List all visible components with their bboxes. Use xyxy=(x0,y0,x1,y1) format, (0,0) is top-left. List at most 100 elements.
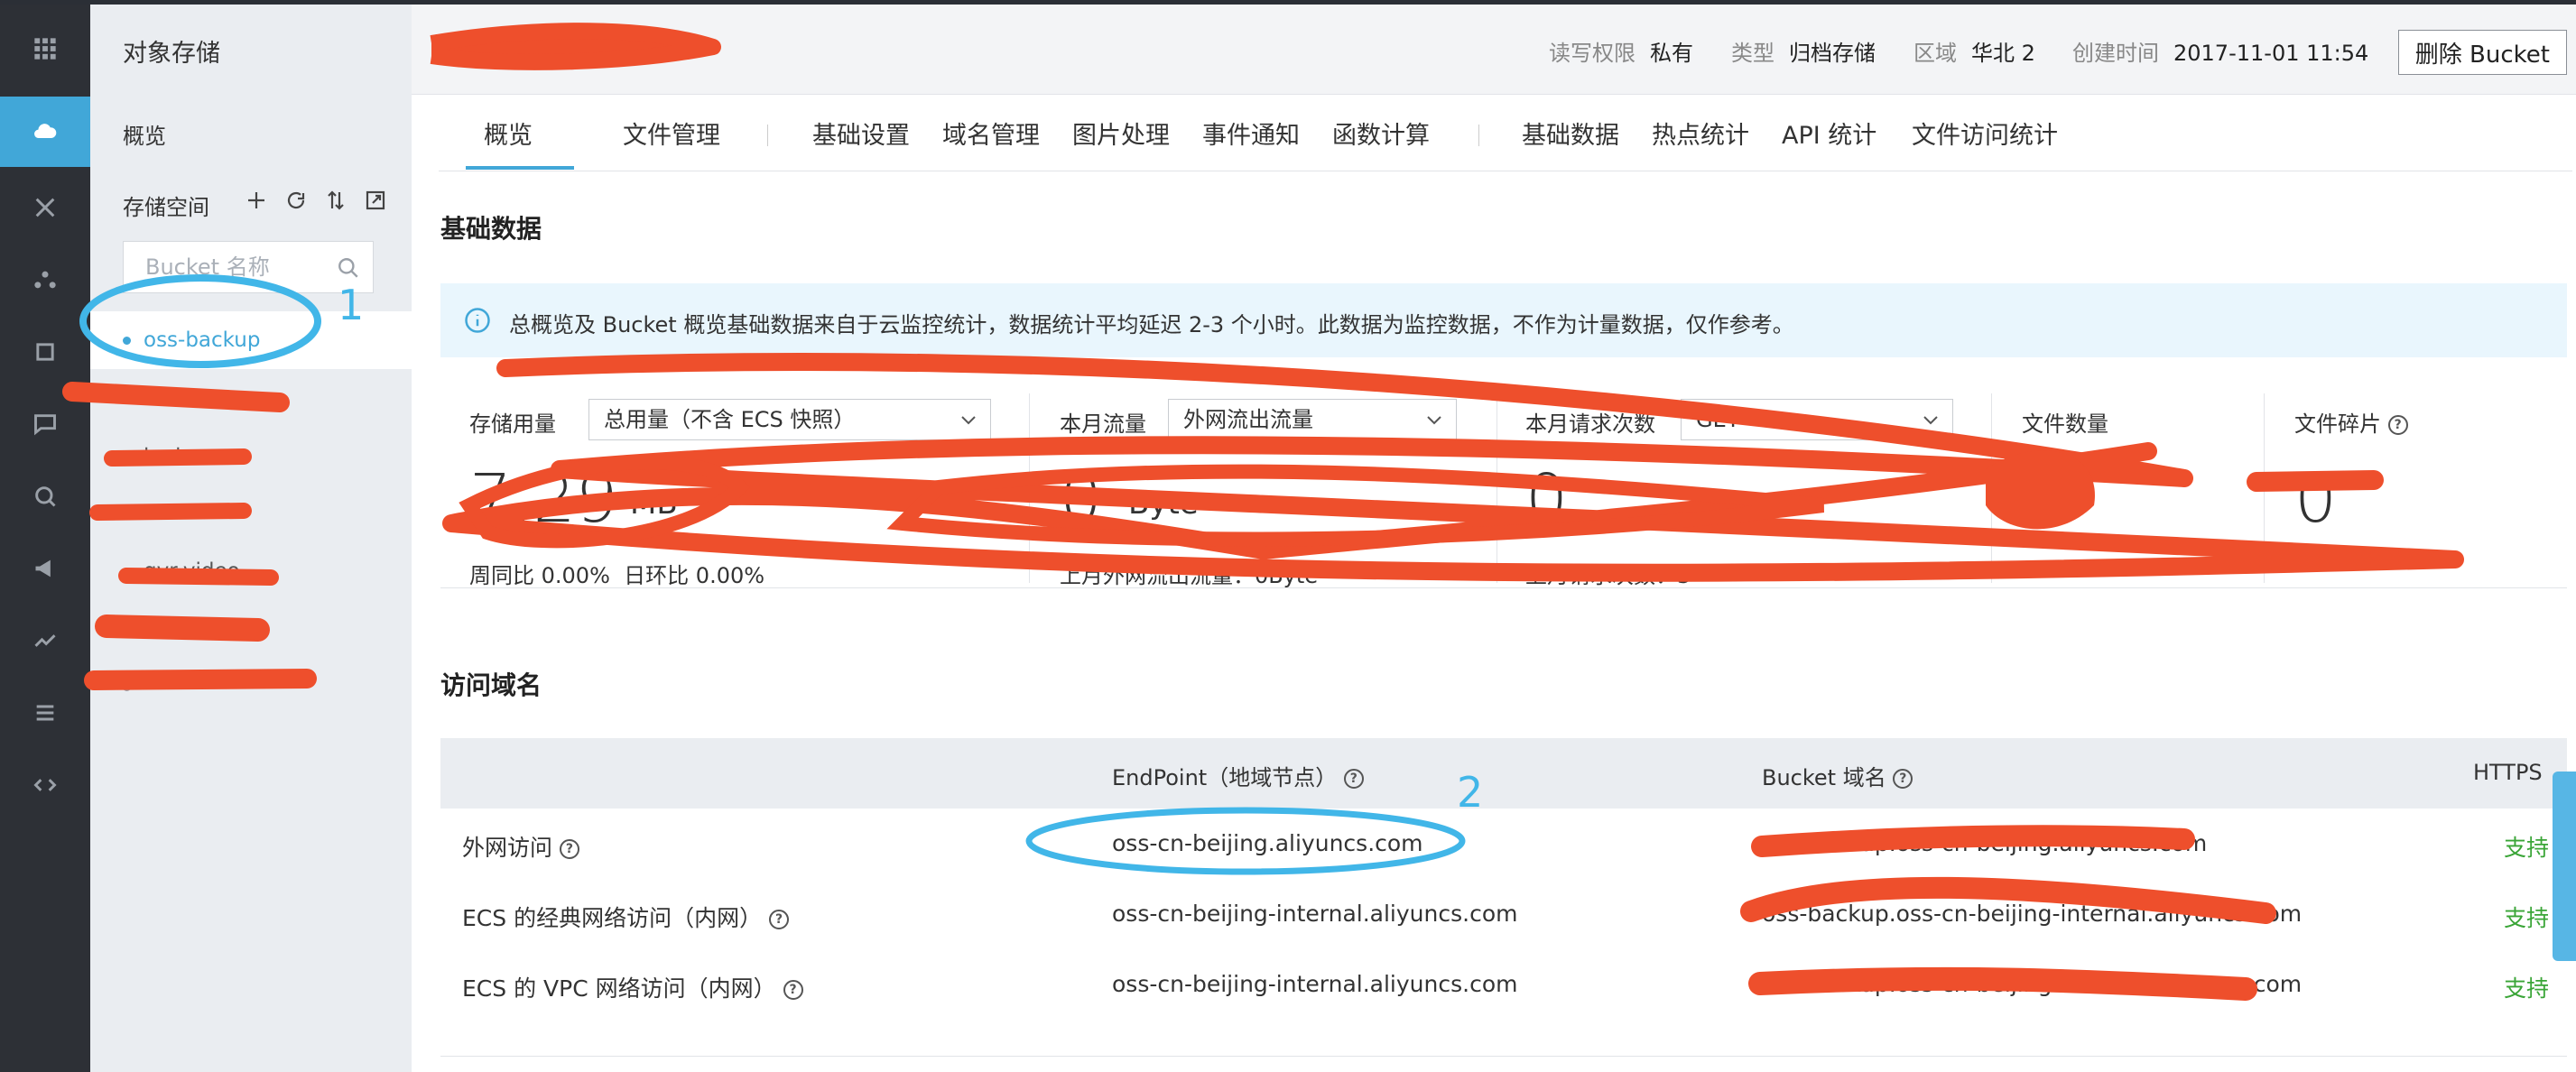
help-icon[interactable]: ? xyxy=(2387,415,2408,435)
storage-select[interactable]: 总用量（不含 ECS 快照） xyxy=(588,399,991,440)
tab-separator xyxy=(767,125,768,146)
https-support: 支持 xyxy=(2504,835,2550,861)
requests-select[interactable]: GET xyxy=(1681,399,1953,440)
message-icon[interactable] xyxy=(0,389,90,459)
table-row: ECS 的 VPC 网络访问（内网） ? oss-cn-beijing-inte… xyxy=(440,949,2567,1020)
megaphone-icon[interactable] xyxy=(0,533,90,604)
settings-icon[interactable] xyxy=(0,317,90,387)
add-icon[interactable] xyxy=(244,188,269,213)
help-icon[interactable]: ? xyxy=(1343,769,1364,789)
apps-grid-icon[interactable] xyxy=(0,14,90,84)
share-icon[interactable] xyxy=(0,245,90,315)
table-row: 外网访问 ? oss-cn-beijing.aliyuncs.com oss-b… xyxy=(440,809,2567,879)
storage-compare: 周同比 0.00% 日环比 0.00% xyxy=(469,558,764,589)
bucket-dot xyxy=(123,393,131,402)
https-support: 支持 xyxy=(2504,905,2550,931)
refresh-icon[interactable] xyxy=(283,188,309,213)
trend-icon[interactable] xyxy=(0,605,90,676)
bucket-dot xyxy=(123,682,131,691)
storage-value: 7.29 xyxy=(469,460,618,538)
endpoint-cell: oss-cn-beijing.aliyuncs.com xyxy=(1112,830,1423,856)
table-bottom-border xyxy=(440,1056,2567,1057)
tab-image-processing[interactable]: 图片处理 xyxy=(1072,116,1170,151)
chevron-down-icon xyxy=(1923,416,1938,425)
search-icon[interactable] xyxy=(337,256,360,280)
fragments-label: 文件碎片 ? xyxy=(2294,406,2408,438)
storage-type: 类型 归档存储 xyxy=(1731,35,1876,67)
tab-overview[interactable]: 概览 xyxy=(484,116,533,151)
created-label: 创建时间 xyxy=(2072,41,2159,66)
icon-rail xyxy=(0,5,90,1072)
delete-bucket-button[interactable]: 删除 Bucket xyxy=(2397,30,2567,75)
bucket-search-input[interactable] xyxy=(124,242,340,292)
tab-api-stats[interactable]: API 统计 xyxy=(1782,116,1876,151)
created-time: 创建时间 2017-11-01 11:54 xyxy=(2072,35,2368,67)
tab-hotspot-stats[interactable]: 热点统计 xyxy=(1652,116,1749,151)
access-type-text: 外网访问 xyxy=(462,835,553,861)
traffic-select-value: 外网流出流量 xyxy=(1183,407,1313,432)
bucket-dot xyxy=(123,624,131,633)
storage-space-label: 存储空间 xyxy=(123,195,209,220)
bucket-label: oss-backup xyxy=(144,328,261,352)
endpoint-cell: oss-cn-beijing-internal.aliyuncs.com xyxy=(1112,971,1518,997)
help-icon[interactable]: ? xyxy=(1893,769,1913,789)
stat-fragments: 文件碎片 ? 0 xyxy=(2264,379,2562,588)
table-row: ECS 的经典网络访问（内网） ? oss-cn-beijing-interna… xyxy=(440,879,2567,949)
expand-icon[interactable] xyxy=(363,188,388,213)
requests-value: 0 xyxy=(1525,460,1569,538)
tab-event-notification[interactable]: 事件通知 xyxy=(1202,116,1300,151)
fragments-label-text: 文件碎片 xyxy=(2294,411,2381,437)
code-icon[interactable] xyxy=(0,750,90,820)
bucket-item[interactable] xyxy=(90,658,412,716)
bucket-item[interactable]: gvr-video xyxy=(90,542,412,600)
tab-function-compute[interactable]: 函数计算 xyxy=(1332,116,1430,151)
access-domain-title: 访问域名 xyxy=(440,670,542,700)
stat-storage: 存储用量 总用量（不含 ECS 快照） 7.29 MB 周同比 0.00% 日环… xyxy=(440,379,1000,588)
bucket-item[interactable] xyxy=(90,485,412,542)
tab-separator xyxy=(1478,125,1479,146)
help-icon[interactable]: ? xyxy=(769,910,790,929)
storage-unit: MB xyxy=(630,485,678,522)
tab-file-access-stats[interactable]: 文件访问统计 xyxy=(1912,116,2058,151)
bucket-item[interactable]: test xyxy=(90,427,412,485)
storage-select-value: 总用量（不含 ECS 快照） xyxy=(604,407,856,432)
sidebar-item-overview[interactable]: 概览 xyxy=(123,118,166,150)
help-icon[interactable]: ? xyxy=(783,980,803,1000)
list-icon[interactable] xyxy=(0,678,90,748)
table-header: EndPoint（地域节点） ? Bucket 域名 ? HTTPS xyxy=(440,738,2567,809)
tab-basic-settings[interactable]: 基础设置 xyxy=(812,116,910,151)
search-monitor-icon[interactable] xyxy=(0,461,90,531)
stat-files: 文件数量 4 xyxy=(1991,379,2262,588)
wow-label: 周同比 xyxy=(469,563,534,588)
feedback-tab[interactable] xyxy=(2553,772,2576,961)
rw-value: 私有 xyxy=(1650,41,1693,66)
bucket-list: oss-backup test gvr-video xyxy=(90,311,412,716)
sort-icon[interactable] xyxy=(323,188,348,213)
endpoint-cell: oss-cn-beijing-internal.aliyuncs.com xyxy=(1112,901,1518,927)
wow-value: 0.00% xyxy=(541,563,610,588)
bucket-label: gvr-video xyxy=(144,559,240,583)
basic-data-title: 基础数据 xyxy=(440,214,542,244)
help-icon[interactable]: ? xyxy=(559,839,579,859)
traffic-select[interactable]: 外网流出流量 xyxy=(1168,399,1457,440)
storage-sidebar: 对象存储 概览 存储空间 oss-backup test gvr-video xyxy=(90,5,412,1072)
active-tab-indicator xyxy=(466,166,574,170)
product-title: 对象存储 xyxy=(123,40,220,68)
bucket-item[interactable] xyxy=(90,369,412,427)
bucket-dot xyxy=(123,567,131,576)
tab-basic-data[interactable]: 基础数据 xyxy=(1522,116,1619,151)
tab-file-management[interactable]: 文件管理 xyxy=(623,116,720,151)
rw-label: 读写权限 xyxy=(1549,41,1635,66)
info-icon xyxy=(465,308,490,333)
files-label: 文件数量 xyxy=(2022,411,2108,437)
bucket-label: test xyxy=(144,444,184,467)
https-support: 支持 xyxy=(2504,975,2550,1002)
chevron-down-icon xyxy=(1427,416,1441,425)
cloud-storage-icon[interactable] xyxy=(0,97,90,167)
bucket-item[interactable] xyxy=(90,600,412,658)
bucket-item[interactable]: oss-backup xyxy=(90,311,412,369)
network-icon[interactable] xyxy=(0,172,90,243)
domain-table: EndPoint（地域节点） ? Bucket 域名 ? HTTPS 外网访问 … xyxy=(440,738,2567,1020)
tab-domain-management[interactable]: 域名管理 xyxy=(942,116,1040,151)
chevron-down-icon xyxy=(961,416,976,425)
